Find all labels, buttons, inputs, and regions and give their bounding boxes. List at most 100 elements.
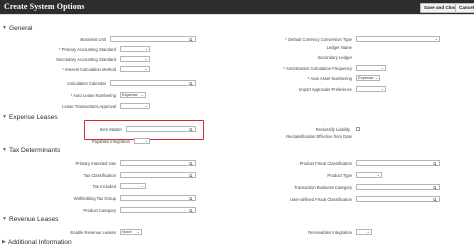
business-unit-label: Business Unit	[80, 37, 106, 42]
collapse-triangle-icon[interactable]: ▼	[2, 25, 7, 31]
product-fiscal-classification-label: Product Fiscal Classification	[299, 161, 352, 166]
search-icon[interactable]	[433, 197, 437, 202]
enable-revenue-leases-label: Enable Revenue Leases	[70, 230, 116, 235]
auto-lease-numbering-text: Auto Lease Numbering	[73, 93, 116, 98]
chevron-down-icon: ⌄	[376, 172, 380, 177]
chevron-down-icon: ⌄	[380, 65, 384, 70]
section-expense-leases[interactable]: ▼ Expense Leases	[2, 112, 58, 122]
auto-asset-numbering-text: Auto Asset Numbering	[310, 76, 352, 81]
payables-integration-label: Payables Integration	[91, 139, 130, 144]
interest-calculation-method-text: Interest Calculation Method	[65, 67, 116, 72]
search-icon[interactable]	[433, 185, 437, 190]
chevron-down-icon: ⌄	[144, 103, 148, 108]
withholding-tax-group-input[interactable]	[120, 195, 196, 201]
chevron-down-icon: ⌄	[374, 75, 378, 80]
calculation-calendar-input[interactable]	[110, 80, 196, 86]
lease-transactions-approval-select[interactable]: ⌄	[120, 103, 150, 109]
collapse-triangle-icon[interactable]: ▶	[2, 239, 6, 245]
chevron-down-icon: ⌄	[144, 56, 148, 61]
chevron-down-icon: ⌄	[366, 229, 370, 234]
auto-lease-numbering-select[interactable]: Expense ⌄	[120, 92, 146, 98]
chevron-down-icon: ⌄	[136, 229, 140, 234]
search-icon[interactable]	[189, 196, 193, 201]
primary-intended-use-input[interactable]	[120, 160, 196, 166]
product-fiscal-classification-input[interactable]	[356, 160, 440, 166]
secondary-accounting-standard-label: Secondary Accounting Standard	[56, 57, 116, 62]
tax-classification-label: Tax Classification	[83, 173, 116, 178]
search-icon[interactable]	[189, 127, 193, 132]
chevron-down-icon: ⌄	[140, 183, 144, 188]
primary-accounting-standard-label: * Primary Accounting Standard	[10, 47, 116, 52]
auto-lease-numbering-value: Expense	[122, 92, 138, 97]
default-currency-conversion-type-select[interactable]: ⌄	[356, 36, 440, 42]
auto-asset-numbering-label: * Auto Asset Numbering	[240, 76, 352, 81]
withholding-tax-group-label: Withholding Tax Group	[73, 196, 116, 201]
page-title: Create System Options	[4, 2, 85, 11]
cancel-button[interactable]: Cancel	[455, 3, 474, 13]
business-unit-input[interactable]	[110, 36, 196, 42]
search-icon[interactable]	[189, 37, 193, 42]
item-master-input[interactable]	[126, 126, 196, 132]
primary-accounting-standard-text: Primary Accounting Standard	[61, 47, 116, 52]
receivables-integration-select[interactable]: ⌄	[356, 229, 372, 235]
section-expense-leases-label: Expense Leases	[8, 113, 58, 121]
product-category-input[interactable]	[120, 207, 196, 213]
auto-asset-numbering-select[interactable]: Expense ⌄	[356, 75, 380, 81]
lease-transactions-approval-label: Lease Transactions Approval	[62, 104, 116, 109]
section-revenue-leases[interactable]: ▼ Revenue Leases	[2, 214, 58, 224]
section-general-label: General	[8, 24, 33, 32]
payables-integration-select[interactable]: ⌄	[134, 138, 150, 144]
chevron-down-icon: ⌄	[144, 138, 148, 143]
secondary-accounting-standard-select[interactable]: ⌄	[120, 56, 150, 62]
import-approvals-preference-select[interactable]: ⌄	[356, 86, 386, 92]
tax-classification-input[interactable]	[120, 172, 196, 178]
title-bar: Create System Options Save and Close Can…	[0, 0, 474, 14]
collapse-triangle-icon[interactable]: ▼	[2, 114, 7, 120]
section-general[interactable]: ▼ General	[2, 23, 32, 33]
product-type-label: Product Type	[327, 173, 352, 178]
search-icon[interactable]	[189, 208, 193, 213]
secondary-ledger-label: Secondary Ledger	[317, 55, 352, 60]
product-type-select[interactable]: ⌄	[356, 172, 382, 178]
chevron-down-icon: ⌄	[144, 66, 148, 71]
enable-revenue-leases-value: None	[122, 229, 132, 234]
primary-accounting-standard-select[interactable]: ⌄	[120, 46, 150, 52]
default-currency-conversion-type-text: Default Currency Conversion Type	[288, 37, 352, 42]
amortization-calculation-frequency-text: Amortization Calculation Frequency	[285, 66, 352, 71]
product-category-label: Product Category	[83, 208, 116, 213]
section-revenue-leases-label: Revenue Leases	[8, 215, 59, 223]
transaction-business-category-input[interactable]	[356, 184, 440, 190]
calculation-calendar-label: Calculation Calendar	[67, 81, 106, 86]
primary-intended-use-label: Primary Intended Use	[75, 161, 117, 166]
import-approvals-preference-label: Import Approvals Preference	[298, 87, 352, 92]
user-defined-fiscal-classification-input[interactable]	[356, 196, 440, 202]
collapse-triangle-icon[interactable]: ▼	[2, 216, 7, 222]
search-icon[interactable]	[189, 161, 193, 166]
interest-calculation-method-select[interactable]: ⌄	[120, 66, 150, 72]
search-icon[interactable]	[189, 81, 193, 86]
amortization-calculation-frequency-label: * Amortization Calculation Frequency	[240, 66, 352, 71]
item-master-label: Item Master	[99, 127, 122, 132]
auto-asset-numbering-value: Expense	[358, 75, 374, 80]
reclassify-liability-checkbox[interactable]	[356, 127, 360, 131]
search-icon[interactable]	[433, 161, 437, 166]
reclassify-liability-label: Reclassify Liability	[315, 127, 350, 132]
chevron-down-icon: ⌄	[140, 92, 144, 97]
amortization-calculation-frequency-select[interactable]: ⌄	[356, 65, 386, 71]
collapse-triangle-icon[interactable]: ▼	[2, 147, 7, 153]
ledger-name-label: Ledger Name	[326, 45, 352, 50]
section-tax-determinants[interactable]: ▼ Tax Determinants	[2, 145, 60, 155]
section-tax-determinants-label: Tax Determinants	[8, 146, 61, 154]
search-icon[interactable]	[189, 173, 193, 178]
chevron-down-icon: ⌄	[144, 46, 148, 51]
chevron-down-icon: ⌄	[434, 36, 438, 41]
default-currency-conversion-type-label: * Default Currency Conversion Type	[240, 37, 352, 42]
receivables-integration-label: Receivables Integration	[308, 230, 352, 235]
tax-included-select[interactable]: ⌄	[120, 183, 146, 189]
reclassification-effective-from-date-label: Reclassification Effective from Date	[286, 134, 352, 139]
enable-revenue-leases-select[interactable]: None ⌄	[120, 229, 142, 235]
chevron-down-icon: ⌄	[380, 86, 384, 91]
tax-included-label: Tax Included	[92, 184, 116, 189]
auto-lease-numbering-label: * Auto Lease Numbering	[10, 93, 116, 98]
transaction-business-category-label: Transaction Business Category	[293, 185, 352, 190]
